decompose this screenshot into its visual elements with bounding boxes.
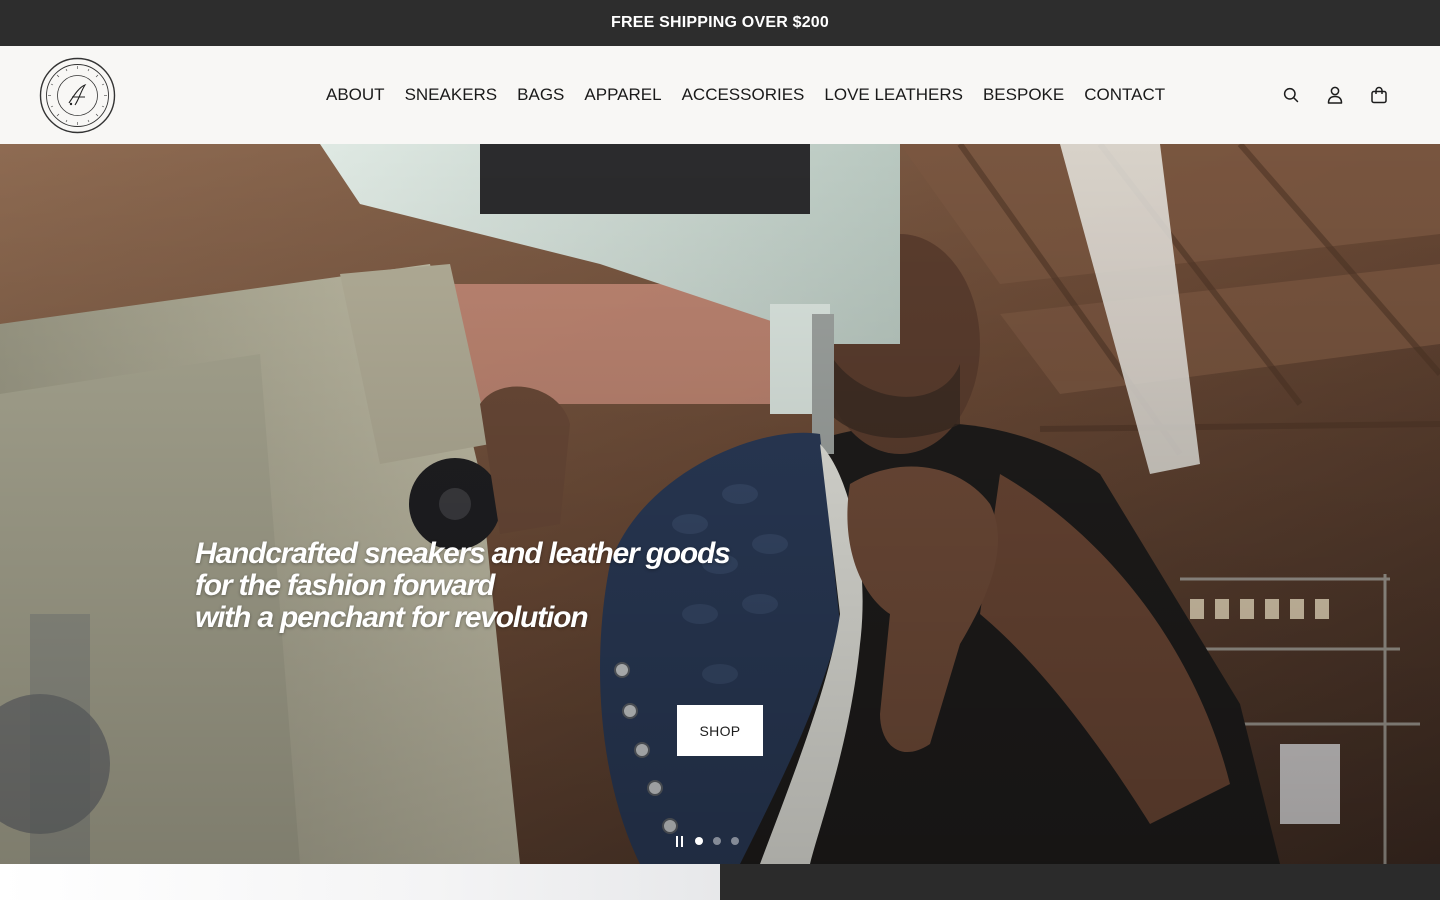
slide-dot-2[interactable] [713, 837, 721, 845]
nav-love-leathers[interactable]: LOVE LEATHERS [824, 85, 963, 105]
announcement-bar: FREE SHIPPING OVER $200 [0, 0, 1440, 46]
nav-contact[interactable]: CONTACT [1084, 85, 1165, 105]
slideshow-controls [676, 834, 739, 848]
hero-headline: Handcrafted sneakers and leather goods f… [195, 538, 795, 634]
pause-icon[interactable] [676, 835, 685, 847]
nav-sneakers[interactable]: SNEAKERS [405, 85, 498, 105]
slide-dot-3[interactable] [731, 837, 739, 845]
announcement-text: FREE SHIPPING OVER $200 [610, 14, 829, 31]
next-section-left-image [0, 864, 720, 900]
next-section-right-panel [720, 864, 1440, 900]
brand-logo[interactable] [39, 57, 116, 134]
headline-line-3: with a penchant for revolution [195, 601, 589, 634]
nav-accessories[interactable]: ACCESSORIES [682, 85, 805, 105]
hero-banner: Handcrafted sneakers and leather goods f… [0, 144, 1440, 864]
hero-video-frame [0, 144, 1440, 864]
nav-bags[interactable]: BAGS [517, 85, 564, 105]
seal-logo-icon [39, 57, 116, 134]
nav-about[interactable]: ABOUT [326, 85, 385, 105]
account-icon[interactable] [1326, 86, 1344, 104]
header-actions [1282, 46, 1388, 144]
nav-apparel[interactable]: APPAREL [584, 85, 661, 105]
headline-line-2: for the fashion forward [195, 569, 495, 602]
slide-dot-1[interactable] [695, 837, 703, 845]
cart-icon[interactable] [1370, 86, 1388, 104]
shop-button[interactable]: SHOP [677, 705, 763, 756]
headline-line-1: Handcrafted sneakers and leather goods [195, 537, 731, 570]
search-icon[interactable] [1282, 86, 1300, 104]
nav-bespoke[interactable]: BESPOKE [983, 85, 1064, 105]
main-nav: ABOUT SNEAKERS BAGS APPAREL ACCESSORIES … [326, 46, 1165, 144]
site-header: ABOUT SNEAKERS BAGS APPAREL ACCESSORIES … [0, 46, 1440, 144]
